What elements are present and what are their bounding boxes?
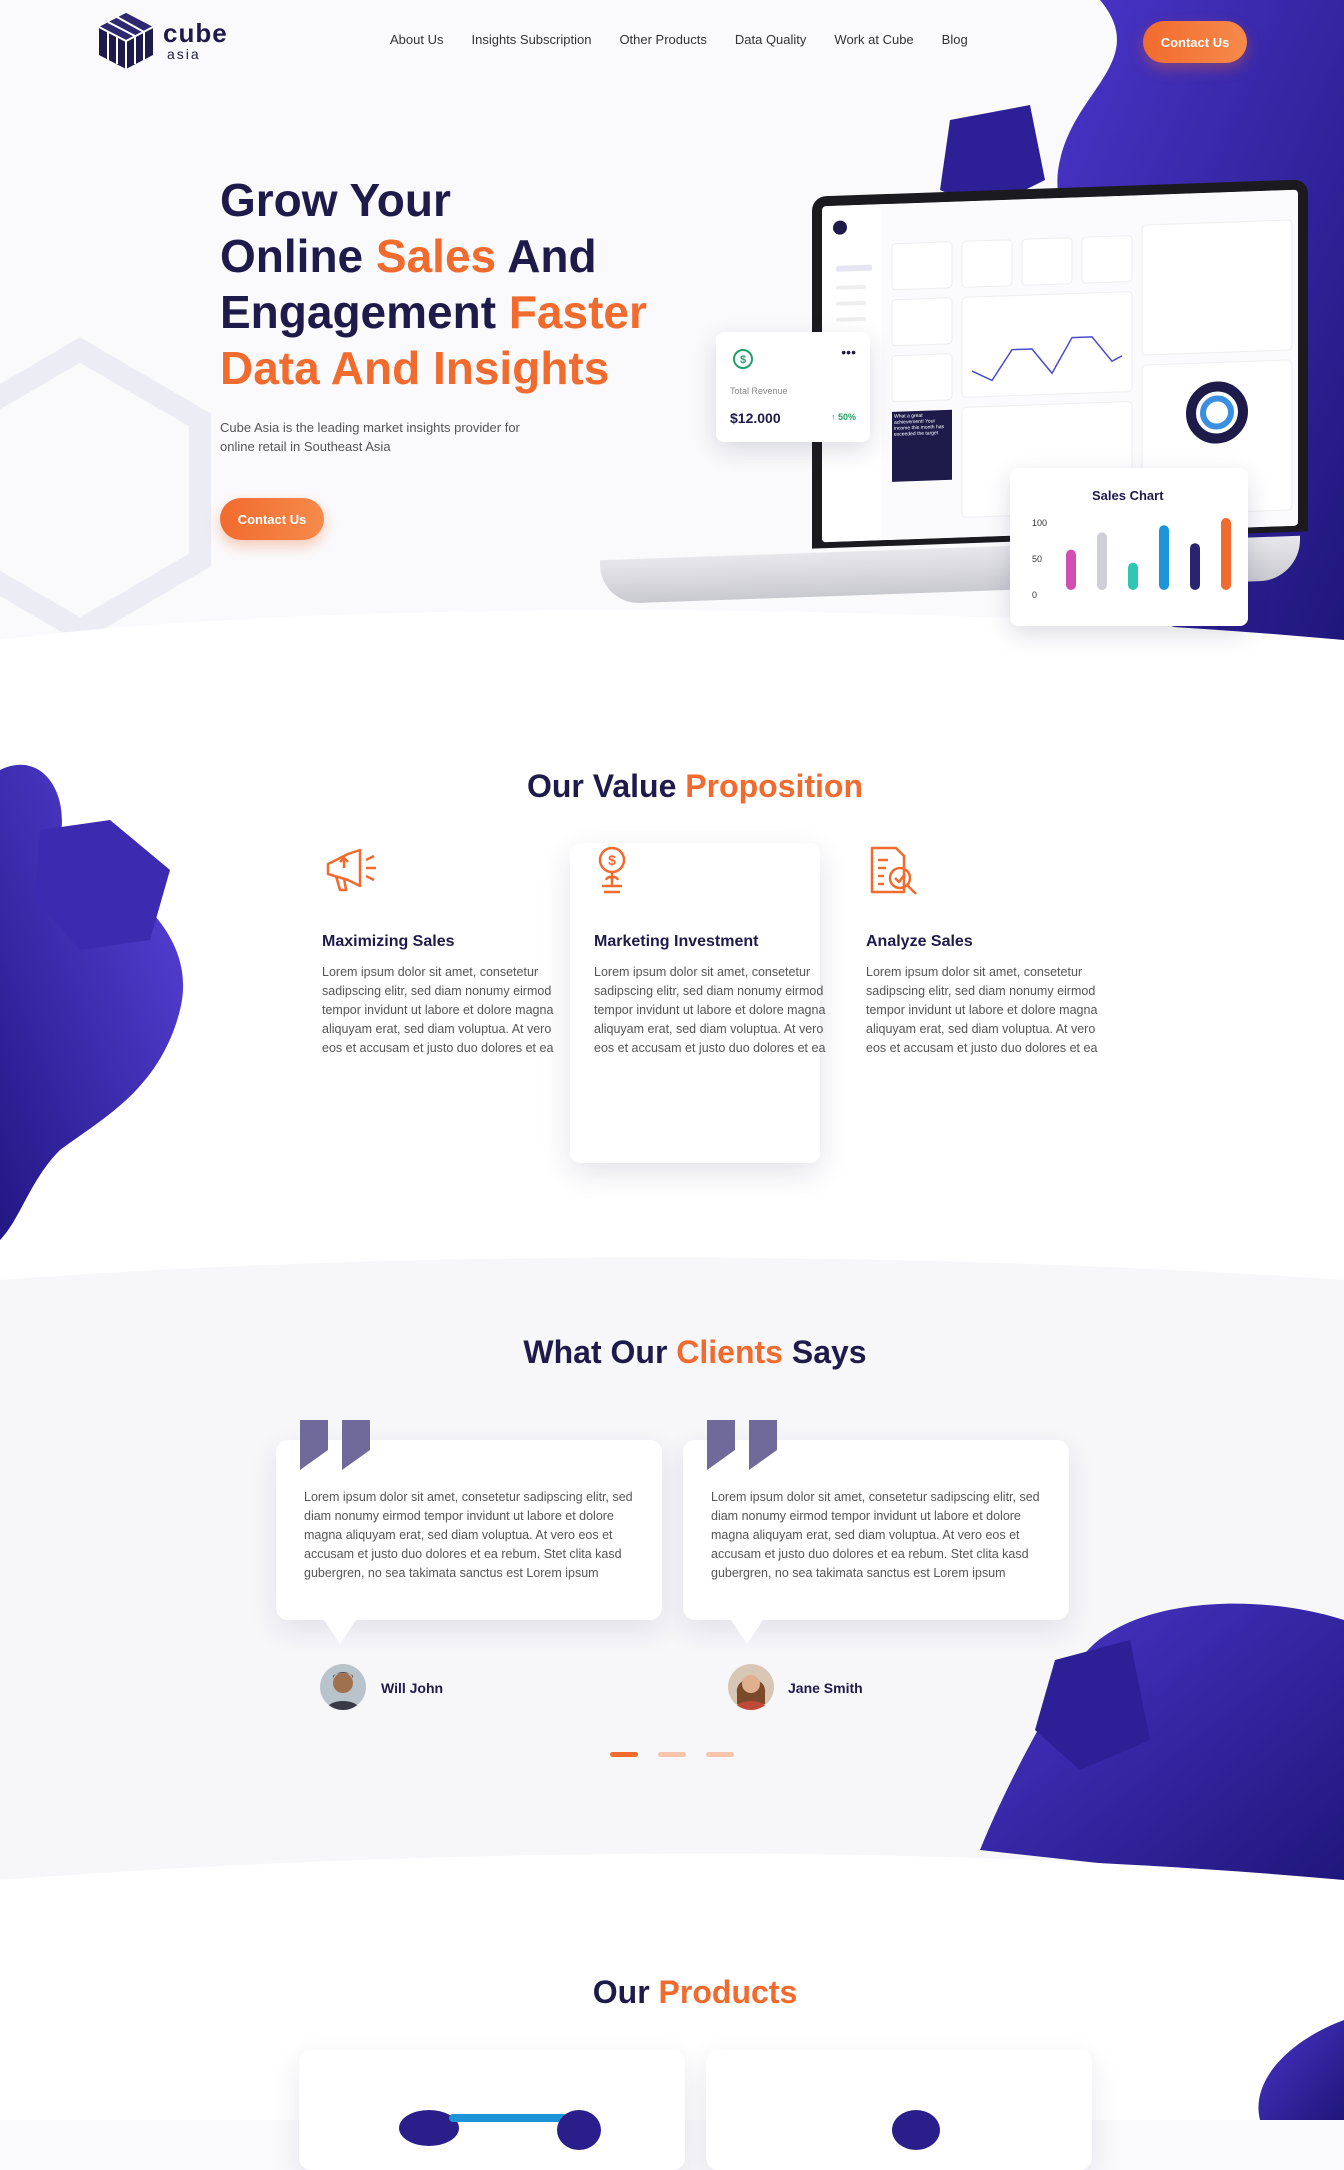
sales-chart-bars [1066,518,1231,590]
feature-analyze-sales: Analyze Sales Lorem ipsum dolor sit amet… [866,840,1116,1058]
value-title-part1: Our Value [526,768,686,804]
client-name: Will John [381,1680,444,1696]
sales-bar [1221,518,1231,590]
feature-text: Lorem ipsum dolor sit amet, consetetur s… [866,965,1098,1055]
sales-chart-card: Sales Chart 100 50 0 [1010,468,1248,626]
dollar-icon: $ [733,349,753,369]
nav-other-products[interactable]: Other Products [619,32,706,47]
products-section-title: Our Products [0,1974,1344,2011]
clients-title-part1: What Our [523,1334,677,1370]
product-illustration [399,2110,601,2150]
testimonial-text: Lorem ipsum dolor sit amet, consetetur s… [711,1490,1040,1580]
total-revenue-card: $ ••• Total Revenue $12.000 ↑ 50% [716,332,870,442]
products-title-part2: Products [658,1974,798,2010]
carousel-dot-2[interactable] [658,1752,686,1757]
nav-about-us[interactable]: About Us [390,32,443,47]
person-avatar-icon [728,1664,774,1710]
feature-text: Lorem ipsum dolor sit amet, consetetur s… [322,965,554,1055]
hero-title-line3a: Engagement [220,286,509,338]
investment-icon: $ [598,846,626,894]
total-revenue-value: $12.000 [730,410,781,426]
clients-title-part3: Says [782,1334,867,1370]
feature-maximizing-sales: Maximizing Sales Lorem ipsum dolor sit a… [322,840,572,1058]
sales-bar [1159,525,1169,590]
product-illustration [892,2110,940,2150]
arrow-up-icon: ↑ [830,412,838,422]
feature-marketing-investment: $ Marketing Investment Lorem ipsum dolor… [594,840,844,1058]
more-icon[interactable]: ••• [841,344,856,360]
nav-blog[interactable]: Blog [942,32,968,47]
nav-work-at-cube[interactable]: Work at Cube [834,32,913,47]
testimonial-text: Lorem ipsum dolor sit amet, consetetur s… [304,1490,633,1580]
hero-title: Grow Your Online Sales And Engagement Fa… [220,172,647,396]
client-name: Jane Smith [788,1680,863,1696]
testimonial-card: Lorem ipsum dolor sit amet, consetetur s… [683,1420,1069,1644]
hero-description: Cube Asia is the leading market insights… [220,420,520,454]
carousel-dot-1[interactable] [610,1752,638,1757]
nav-insights-subscription[interactable]: Insights Subscription [471,32,591,47]
product-card[interactable] [706,2050,1092,2170]
brand-sub: asia [167,46,201,62]
sales-bar [1066,549,1076,590]
sales-bar [1128,562,1138,590]
value-title-part2: Proposition [685,768,864,804]
hero-title-line3b: Faster [508,286,647,338]
hero-title-line4: Data And Insights [220,342,610,394]
brand-name: cube [163,18,228,48]
total-revenue-change: ↑ 50% [831,412,856,422]
avatar-will-john [320,1664,366,1710]
hero-title-line1: Grow Your [220,174,451,226]
hero-title-line2c: And [496,230,597,282]
quote-icon [300,1420,370,1470]
sales-chart-tick-0: 0 [1032,590,1038,600]
analyze-icon [870,846,917,895]
sales-bar [1190,543,1200,590]
cube-logo-icon [98,13,154,69]
clients-title-part2: Clients [676,1334,783,1370]
hero-title-line2a: Online [220,230,376,282]
feature-title: Marketing Investment [594,933,759,950]
nav-data-quality[interactable]: Data Quality [735,32,807,47]
sales-chart-title: Sales Chart [1092,488,1164,503]
nav-contact-button[interactable]: Contact Us [1143,21,1247,63]
logo[interactable]: cube asia [95,10,245,74]
speech-tail [731,1620,763,1644]
megaphone-icon [326,848,376,892]
speech-tail [324,1620,356,1644]
feature-title: Analyze Sales [866,933,973,950]
quote-icon [707,1420,777,1470]
carousel-dots [610,1752,734,1757]
feature-text: Lorem ipsum dolor sit amet, consetetur s… [594,965,826,1055]
sales-bar [1097,532,1107,590]
testimonial-card: Lorem ipsum dolor sit amet, consetetur s… [276,1420,662,1644]
feature-title: Maximizing Sales [322,933,455,950]
total-revenue-change-value: 50% [837,412,856,422]
value-section-title: Our Value Proposition [0,768,1344,805]
sales-chart-tick-100: 100 [1032,518,1048,528]
hero-contact-button[interactable]: Contact Us [220,498,324,540]
dashboard-promo: What a great achievement! Your income th… [894,412,945,438]
carousel-dot-3[interactable] [706,1752,734,1757]
sales-chart-tick-50: 50 [1032,554,1043,564]
hero-title-line2b: Sales [375,230,497,282]
svg-text:$: $ [740,354,746,366]
avatar-jane-smith [728,1664,774,1710]
clients-section-title: What Our Clients Says [0,1334,1344,1371]
person-avatar-icon [320,1664,366,1710]
svg-text:$: $ [608,852,616,868]
product-card[interactable] [299,2050,685,2170]
main-nav: About Us Insights Subscription Other Pro… [390,32,968,47]
total-revenue-label: Total Revenue [730,386,788,396]
products-title-part1: Our [592,1974,659,2010]
